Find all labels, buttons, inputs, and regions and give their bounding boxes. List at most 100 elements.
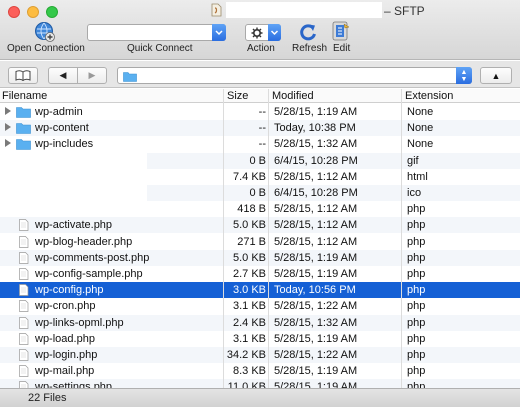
folder-icon [16,107,31,118]
file-row[interactable]: 0 B 6/4/15, 10:28 PM ico [0,185,520,201]
file-modified: 5/28/15, 1:19 AM [274,268,358,280]
file-extension: php [407,349,426,361]
folder-row[interactable]: wp-includes -- 5/28/15, 1:32 AM None [0,136,520,153]
redacted-filename [0,185,147,201]
edit-icon[interactable] [330,20,352,42]
file-row[interactable]: wp-links-opml.php 2.4 KB 5/28/15, 1:32 AM p… [0,314,520,331]
file-row[interactable]: wp-settings.php 11.0 KB 5/28/15, 1:19 AM ph… [0,379,520,388]
php-file-icon [19,332,29,345]
file-name: wp-config.php [35,284,104,297]
disclosure-triangle-icon[interactable] [5,123,11,132]
file-size: 2.7 KB [232,268,266,280]
quick-connect-dropdown[interactable] [212,24,226,41]
php-file-icon [19,365,29,378]
file-size: 0 B [249,154,266,167]
column-divider [223,89,224,388]
column-header-modified[interactable]: Modified [272,90,314,102]
edit-label[interactable]: Edit [333,43,350,54]
file-extension: php [407,365,426,378]
file-name: wp-comments-post.php [35,251,150,264]
file-modified: 6/4/15, 10:28 PM [274,154,358,167]
file-modified: 5/28/15, 1:12 AM [274,203,358,216]
file-size: -- [258,106,266,118]
action-dropdown[interactable] [268,24,281,41]
file-modified: 5/28/15, 1:32 AM [274,138,358,151]
folder-icon [16,139,31,151]
path-bar: ◀ ▶ ▲ ▼ ▲ [0,61,520,88]
column-header-extension[interactable]: Extension [405,90,453,102]
disclosure-triangle-icon[interactable] [5,139,11,148]
file-size: 3.1 KB [232,332,266,345]
file-modified: 5/28/15, 1:12 AM [274,170,358,183]
column-header-size[interactable]: Size [227,90,248,102]
file-modified: 5/28/15, 1:19 AM [274,251,358,264]
file-name: wp-admin [35,106,83,118]
file-row[interactable]: wp-config-sample.php 2.7 KB 5/28/15, 1:19 … [0,266,520,282]
file-name: wp-cron.php [35,300,96,313]
chevron-down-icon [215,30,223,36]
chevron-up-icon: ▲ [460,68,468,76]
quick-connect-input[interactable] [87,24,226,41]
disclosure-triangle-icon[interactable] [5,107,11,115]
refresh-icon[interactable] [298,22,318,42]
open-connection-label[interactable]: Open Connection [7,43,85,54]
minimize-window-button[interactable] [27,6,39,18]
file-row[interactable]: wp-load.php 3.1 KB 5/28/15, 1:19 AM php [0,330,520,347]
file-row[interactable]: wp-config.php 3.0 KB Today, 10:56 PM php [0,282,520,299]
file-name: wp-login.php [35,349,98,361]
file-size: 8.3 KB [232,365,266,378]
table-header: Filename Size Modified Extension [0,89,520,103]
file-size: 7.4 KB [232,170,266,183]
column-header-filename[interactable]: Filename [2,90,47,102]
file-row[interactable]: wp-activate.php 5.0 KB 5/28/15, 1:12 AM php [0,217,520,234]
file-name: wp-links-opml.php [35,316,124,329]
column-divider [268,89,269,388]
chevron-down-icon: ▼ [460,75,468,83]
file-modified: 5/28/15, 1:12 AM [274,235,358,248]
file-extension: gif [407,154,419,167]
file-extension: None [407,106,434,118]
refresh-label[interactable]: Refresh [292,43,327,54]
file-row[interactable]: wp-mail.php 8.3 KB 5/28/15, 1:19 AM php [0,363,520,380]
folder-row[interactable]: wp-admin -- 5/28/15, 1:19 AM None [0,104,520,120]
bookmarks-button[interactable] [8,67,38,84]
file-name: wp-blog-header.php [35,235,133,248]
file-modified: 5/28/15, 1:22 AM [274,349,358,361]
redacted-filename [0,201,147,218]
file-modified: Today, 10:56 PM [274,284,356,297]
file-row[interactable]: 7.4 KB 5/28/15, 1:12 AM html [0,168,520,185]
file-modified: 5/28/15, 1:19 AM [274,332,358,345]
file-extension: php [407,316,426,329]
file-modified: 5/28/15, 1:12 AM [274,219,358,232]
php-file-icon [19,235,29,248]
file-extension: None [407,122,434,135]
file-row[interactable]: wp-cron.php 3.1 KB 5/28/15, 1:22 AM php [0,298,520,315]
file-row[interactable]: wp-comments-post.php 5.0 KB 5/28/15, 1:19 … [0,249,520,266]
file-size: 418 B [237,203,266,216]
php-file-icon [19,251,29,264]
path-stepper[interactable]: ▲ ▼ [456,67,472,84]
parent-folder-button[interactable]: ▲ [480,67,512,84]
file-name: wp-settings.php [35,381,113,388]
folder-row[interactable]: wp-content -- Today, 10:38 PM None [0,120,520,137]
action-menu-button[interactable] [245,24,281,41]
status-bar: 22 Files [0,388,520,407]
file-size: -- [258,122,266,135]
file-row[interactable]: wp-login.php 34.2 KB 5/28/15, 1:22 AM php [0,347,520,363]
forward-button[interactable]: ▶ [77,67,107,84]
file-row[interactable]: 418 B 5/28/15, 1:12 AM php [0,201,520,218]
file-size: 5.0 KB [232,251,266,264]
open-connection-icon[interactable] [34,21,56,43]
close-window-button[interactable] [8,6,20,18]
back-arrow-icon: ◀ [59,70,67,80]
action-label: Action [247,43,275,54]
file-row[interactable]: 0 B 6/4/15, 10:28 PM gif [0,152,520,169]
redacted-filename [0,152,147,169]
zoom-window-button[interactable] [46,6,58,18]
file-extension: php [407,203,426,216]
forward-arrow-icon: ▶ [88,70,96,80]
path-selector[interactable]: ▲ ▼ [117,67,472,84]
back-button[interactable]: ◀ [48,67,78,84]
redacted-filename [0,168,147,185]
file-row[interactable]: wp-blog-header.php 271 B 5/28/15, 1:12 AM p… [0,233,520,250]
